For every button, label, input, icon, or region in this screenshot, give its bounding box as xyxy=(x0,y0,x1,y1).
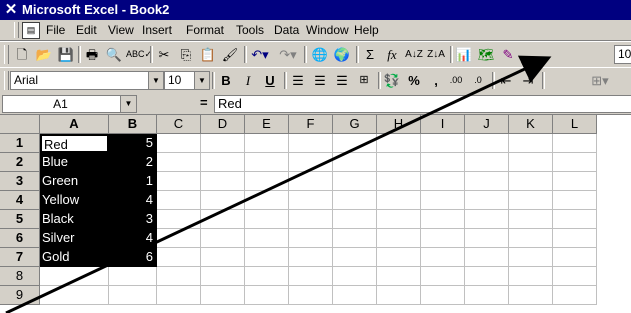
arrow-line xyxy=(5,55,552,313)
annotation-arrow xyxy=(5,55,552,313)
